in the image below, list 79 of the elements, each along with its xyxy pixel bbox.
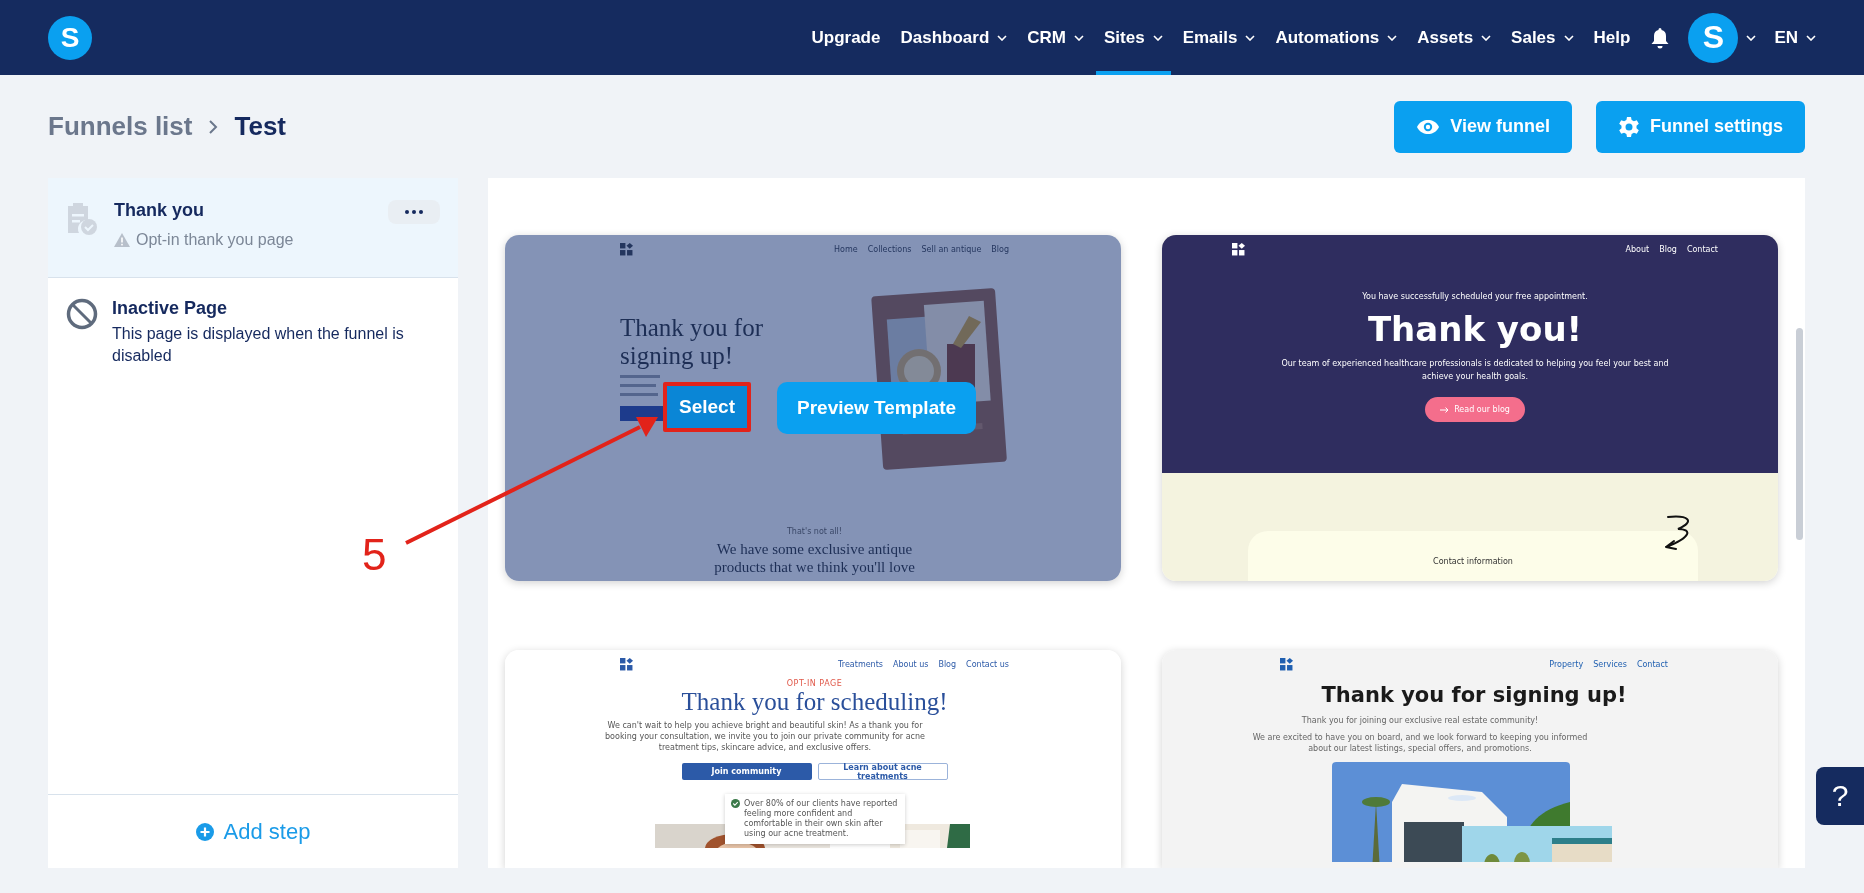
template-text: Our team of experienced healthcare professionals is dedicated to helping you feel your best and achieve your health goals. xyxy=(1280,358,1670,383)
nav-link: Property xyxy=(1549,660,1584,669)
step-title: Inactive Page xyxy=(112,298,229,319)
cta-button: Join community xyxy=(681,763,812,780)
template-text: We are excited to have you on board, and we look forward to keeping you informed about our latest listings, special offers, and promotions. xyxy=(1251,732,1589,754)
plus-icon xyxy=(195,822,214,841)
more-options-button[interactable] xyxy=(388,200,440,224)
nav-link[interactable]: Emails xyxy=(1174,0,1264,75)
cta-button: Learn about acne treatments xyxy=(817,763,948,780)
template-heading: Thank you for signing up! xyxy=(1320,683,1628,707)
nav-link: Home xyxy=(834,245,858,254)
logo-icon xyxy=(620,243,633,256)
logo-icon xyxy=(620,658,633,671)
cta-button: Read our blog xyxy=(1425,397,1525,422)
step-subtitle: Opt-in thank you page xyxy=(136,231,294,249)
check-icon xyxy=(731,799,740,808)
template-text: We can't wait to help you achieve bright and beautiful skin! As a thank you for booking your consultation, we invite you to join our private community for acne treatment tips, skincare advice, and exclusive offers. xyxy=(604,720,926,753)
chevron-icon xyxy=(208,118,219,135)
nav-link: Services xyxy=(1593,660,1627,669)
caret-icon xyxy=(997,34,1008,41)
nav-link: Sell an antique xyxy=(921,245,982,254)
logo-icon xyxy=(1232,243,1245,256)
nav-link: Contact xyxy=(1636,660,1668,669)
help-button[interactable]: ? xyxy=(1816,767,1864,825)
caret-icon xyxy=(1387,34,1398,41)
caret-icon xyxy=(1563,34,1574,41)
nav-link: Contact us xyxy=(966,660,1009,669)
nav-link[interactable]: Dashboard xyxy=(892,0,1016,75)
template-subheading: We have some exclusive antique products that we think you'll love xyxy=(713,540,916,576)
language-selector[interactable]: EN xyxy=(1774,0,1816,75)
template-text: Contact information xyxy=(1433,557,1513,566)
step-title: Thank you xyxy=(114,200,205,221)
nav-link: Blog xyxy=(938,660,957,669)
nav-link[interactable]: Sites xyxy=(1096,0,1171,75)
nav-link: Treatments xyxy=(838,660,883,669)
step-description: This page is displayed when the funnel is disabled xyxy=(112,324,405,366)
bell-icon[interactable] xyxy=(1650,26,1671,49)
template-heading: Thank you for scheduling! xyxy=(680,688,949,716)
caret-icon xyxy=(1152,34,1163,41)
template-heading: Thank you for signing up! xyxy=(620,314,765,370)
nav-link[interactable]: Assets xyxy=(1409,0,1500,75)
caret-icon xyxy=(1245,34,1256,41)
template-kicker: OPT-IN PAGE xyxy=(785,679,844,688)
breadcrumb-item: Test xyxy=(234,111,286,142)
settings-icon xyxy=(1618,115,1640,138)
logo-icon xyxy=(1280,658,1293,671)
annotation-number: 5 xyxy=(362,530,387,580)
nav-link: About xyxy=(1625,245,1650,254)
nav-link: Blog xyxy=(991,245,1009,254)
text-lines-drawing xyxy=(620,374,660,398)
select-button[interactable]: Select xyxy=(663,382,751,432)
nav-link: Blog xyxy=(1659,245,1677,254)
template-card[interactable] xyxy=(505,650,1121,868)
warning-icon xyxy=(114,233,130,247)
scrollbar-thumb[interactable] xyxy=(1796,328,1803,540)
nav-link[interactable]: Help xyxy=(1585,0,1639,75)
funnel-step[interactable]: Thank you Opt-in thank you page xyxy=(48,178,458,278)
eye-icon xyxy=(1416,118,1441,135)
nav-link: About us xyxy=(892,660,929,669)
nav-link: Contact xyxy=(1686,245,1718,254)
nav-link[interactable]: Sales xyxy=(1503,0,1582,75)
testimonial-text: Over 80% of our clients have reported feeling more confident and comfortable in their own skin after using our acne treatment. xyxy=(744,799,899,839)
caret-icon xyxy=(1481,34,1492,41)
template-kicker: You have successfully scheduled your free appointment. xyxy=(1361,292,1589,301)
template-card[interactable] xyxy=(1162,235,1778,581)
caret-icon xyxy=(1074,34,1084,41)
nav-link[interactable]: Automations xyxy=(1267,0,1406,75)
prohibited-icon xyxy=(66,298,98,330)
nav-link[interactable]: Upgrade xyxy=(803,0,889,75)
breadcrumb-item[interactable]: Funnels list xyxy=(48,111,193,142)
caret-icon xyxy=(1806,34,1816,41)
more-icon xyxy=(405,210,423,214)
template-heading: Thank you! xyxy=(1366,309,1584,349)
nav-link[interactable]: CRM xyxy=(1019,0,1092,75)
arrow-icon xyxy=(1440,406,1450,413)
template-kicker: That's not all! xyxy=(785,527,844,536)
nav-link: Collections xyxy=(867,245,912,254)
caret-icon xyxy=(1746,34,1757,41)
template-text: Thank you for joining our exclusive real estate community! xyxy=(1300,715,1540,726)
